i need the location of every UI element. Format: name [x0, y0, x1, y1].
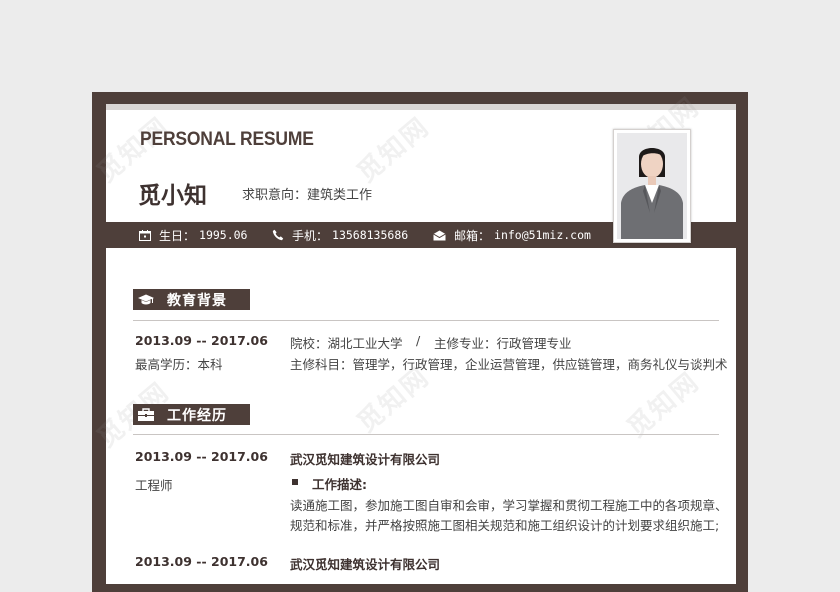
bullet-square [292, 479, 298, 485]
education-period: 2013.09 -- 2017.06 [135, 333, 268, 348]
job-company: 武汉觅知建筑设计有限公司 [290, 452, 441, 467]
work-heading-text: 工作经历 [167, 407, 227, 424]
education-heading: 教育背景 [133, 289, 250, 310]
job-intent: 求职意向：建筑类工作 [242, 188, 373, 203]
candidate-name: 觅小知 [138, 183, 207, 209]
education-separator: / [416, 333, 421, 348]
paper-top-line [106, 104, 736, 110]
resume-title: PERSONAL RESUME [140, 129, 314, 150]
phone-value: 13568135686 [332, 228, 409, 242]
email-label: 邮箱： [454, 228, 491, 243]
graduation-cap-icon [138, 294, 154, 304]
job-title: 工程师 [135, 478, 173, 493]
education-courses: 主修科目：管理学，行政管理，企业运营管理，供应链管理，商务礼仪与谈判术 [290, 357, 728, 372]
email-value: info@51miz.com [494, 228, 591, 242]
education-heading-text: 教育背景 [167, 292, 227, 309]
envelope-icon [433, 230, 446, 240]
briefcase-icon [138, 408, 154, 421]
calendar-icon [139, 229, 151, 241]
job-description-line: 规范和标准，并严格按照施工图相关规范和施工组织设计的计划要求组织施工; [290, 518, 720, 533]
phone-info: 手机： 13568135686 [272, 222, 408, 248]
phone-icon [272, 229, 284, 241]
job-company: 武汉觅知建筑设计有限公司 [290, 557, 441, 572]
education-major: 主修专业：行政管理专业 [434, 336, 572, 351]
job-period: 2013.09 -- 2017.06 [135, 554, 268, 569]
job-description-label: 工作描述: [312, 477, 367, 492]
education-divider [133, 320, 719, 321]
work-heading: 工作经历 [133, 404, 250, 425]
work-divider [133, 434, 719, 435]
birth-value: 1995.06 [199, 228, 248, 242]
birth-info: 生日： 1995.06 [139, 222, 247, 248]
birth-label: 生日： [159, 228, 196, 243]
profile-photo [613, 129, 691, 243]
portrait-image [617, 133, 687, 239]
phone-label: 手机： [292, 228, 329, 243]
education-school: 院校：湖北工业大学 [290, 336, 403, 351]
email-info: 邮箱： info@51miz.com [433, 222, 591, 248]
job-period: 2013.09 -- 2017.06 [135, 449, 268, 464]
job-description-line: 读通施工图，参加施工图自审和会审，学习掌握和贯彻工程施工中的各项规章、 [290, 498, 728, 513]
education-degree: 最高学历：本科 [135, 357, 223, 372]
